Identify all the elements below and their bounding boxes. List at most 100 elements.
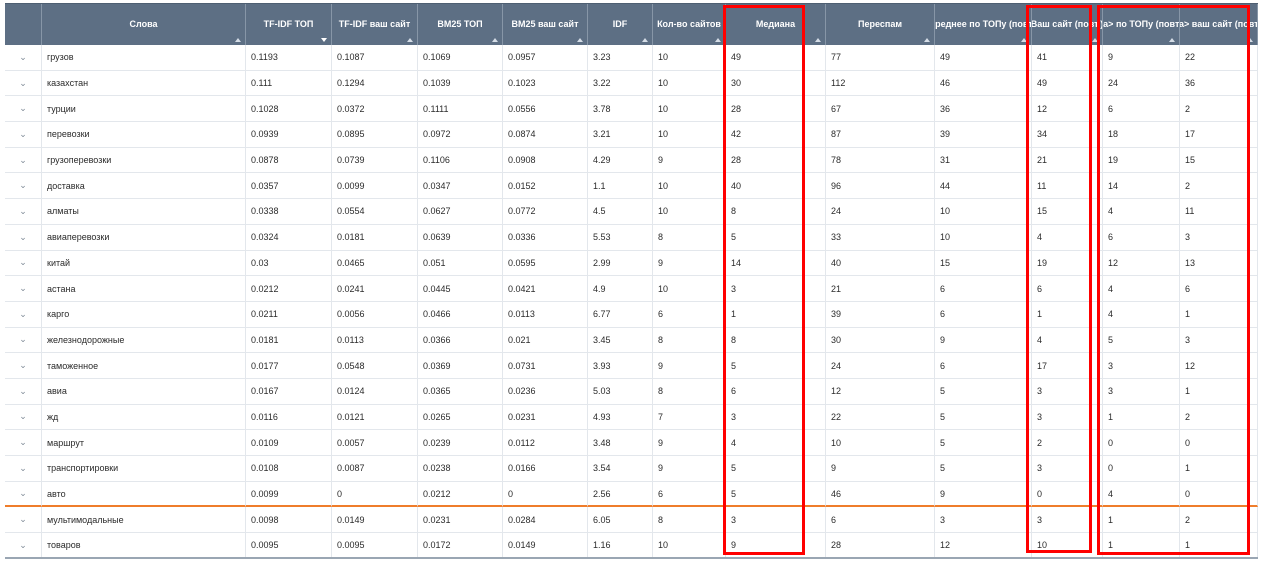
expand-chevron-icon[interactable]: ⌄ xyxy=(5,430,42,456)
table-row: ⌄ грузоперевозки 0.0878 0.0739 0.1106 0.0908 4… xyxy=(5,147,1258,174)
cell-idf: 4.5 xyxy=(588,199,653,225)
cell-word: мультимодальные xyxy=(42,507,246,534)
cell-overspam: 24 xyxy=(826,199,935,225)
col-header-bm25-top[interactable]: BM25 ТОП xyxy=(418,4,503,45)
cell-your-site: 4 xyxy=(1032,224,1103,251)
cell-avg-top: 3 xyxy=(935,507,1032,534)
cell-sites-count: 10 xyxy=(653,533,726,559)
sort-asc-icon[interactable] xyxy=(235,38,241,42)
cell-word: доставка xyxy=(42,173,246,200)
cell-a-top: 4 xyxy=(1103,481,1180,508)
cell-median: 9 xyxy=(726,533,826,559)
cell-sites-count: 9 xyxy=(653,456,726,482)
cell-avg-top: 15 xyxy=(935,250,1032,277)
expand-chevron-icon[interactable]: ⌄ xyxy=(5,122,42,148)
cell-median: 4 xyxy=(726,430,826,456)
sort-asc-icon[interactable] xyxy=(1247,38,1253,42)
expand-chevron-icon[interactable]: ⌄ xyxy=(5,147,42,174)
cell-tfidf-top: 0.0167 xyxy=(246,378,332,405)
cell-tfidf-top: 0.0095 xyxy=(246,533,332,559)
cell-your-site: 3 xyxy=(1032,404,1103,431)
expand-chevron-icon[interactable]: ⌄ xyxy=(5,507,42,534)
cell-overspam: 112 xyxy=(826,70,935,97)
cell-tfidf-site: 0.0895 xyxy=(332,122,418,148)
cell-bm25-top: 0.1106 xyxy=(418,147,503,174)
cell-a-site: 15 xyxy=(1180,147,1258,174)
table-row: ⌄ транспортировки 0.0108 0.0087 0.0238 0.0166… xyxy=(5,456,1258,482)
sort-asc-icon[interactable] xyxy=(924,38,930,42)
expand-chevron-icon[interactable]: ⌄ xyxy=(5,224,42,251)
cell-a-site: 6 xyxy=(1180,276,1258,302)
expand-chevron-icon[interactable]: ⌄ xyxy=(5,378,42,405)
expand-chevron-icon[interactable]: ⌄ xyxy=(5,96,42,123)
cell-your-site: 11 xyxy=(1032,173,1103,200)
cell-median: 8 xyxy=(726,199,826,225)
col-header-label: Слова xyxy=(129,19,158,29)
col-header-avg-top[interactable]: Среднее по ТОПу (повт.) xyxy=(935,4,1032,45)
cell-median: 30 xyxy=(726,70,826,97)
cell-tfidf-top: 0.0108 xyxy=(246,456,332,482)
col-header-idf[interactable]: IDF xyxy=(588,4,653,45)
col-header-tfidf-top[interactable]: TF-IDF ТОП xyxy=(246,4,332,45)
col-header-word[interactable]: Слова xyxy=(42,4,246,45)
cell-a-site: 17 xyxy=(1180,122,1258,148)
col-header-a-site[interactable]: <a> ваш сайт (повт.) xyxy=(1180,4,1258,45)
sort-asc-icon[interactable] xyxy=(407,38,413,42)
col-header-overspam[interactable]: Переспам xyxy=(826,4,935,45)
expand-chevron-icon[interactable]: ⌄ xyxy=(5,481,42,508)
cell-word: товаров xyxy=(42,533,246,559)
col-header-label: BM25 ваш сайт xyxy=(511,19,579,29)
expand-chevron-icon[interactable]: ⌄ xyxy=(5,173,42,200)
cell-overspam: 10 xyxy=(826,430,935,456)
col-header-tfidf-site[interactable]: TF-IDF ваш сайт xyxy=(332,4,418,45)
sort-asc-icon[interactable] xyxy=(715,38,721,42)
cell-sites-count: 9 xyxy=(653,250,726,277)
cell-sites-count: 10 xyxy=(653,96,726,123)
col-header-a-top[interactable]: <a> по ТОПу (повт.) xyxy=(1103,4,1180,45)
sort-asc-icon[interactable] xyxy=(815,38,821,42)
expand-chevron-icon[interactable]: ⌄ xyxy=(5,301,42,328)
cell-sites-count: 6 xyxy=(653,301,726,328)
col-header-bm25-site[interactable]: BM25 ваш сайт xyxy=(503,4,588,45)
expand-chevron-icon[interactable]: ⌄ xyxy=(5,404,42,431)
col-header-label: Медиана xyxy=(755,19,796,29)
table-row: ⌄ доставка 0.0357 0.0099 0.0347 0.0152 1.1 10 40… xyxy=(5,173,1258,200)
expand-chevron-icon[interactable]: ⌄ xyxy=(5,456,42,482)
sort-asc-icon[interactable] xyxy=(577,38,583,42)
expand-chevron-icon[interactable]: ⌄ xyxy=(5,327,42,354)
cell-tfidf-top: 0.0357 xyxy=(246,173,332,200)
cell-overspam: 28 xyxy=(826,533,935,559)
col-header-sites-count[interactable]: Кол-во сайтов xyxy=(653,4,726,45)
sort-asc-icon[interactable] xyxy=(1021,38,1027,42)
sort-asc-icon[interactable] xyxy=(1169,38,1175,42)
cell-word: жд xyxy=(42,404,246,431)
expand-chevron-icon[interactable]: ⌄ xyxy=(5,45,42,71)
table-row: ⌄ таможенное 0.0177 0.0548 0.0369 0.0731 3.93 9… xyxy=(5,353,1258,379)
col-header-your-site[interactable]: Ваш сайт (повт.) xyxy=(1032,4,1103,45)
expand-chevron-icon[interactable]: ⌄ xyxy=(5,353,42,379)
cell-sites-count: 10 xyxy=(653,122,726,148)
expand-chevron-icon[interactable]: ⌄ xyxy=(5,250,42,277)
expand-chevron-icon[interactable]: ⌄ xyxy=(5,276,42,302)
cell-median: 3 xyxy=(726,276,826,302)
cell-sites-count: 10 xyxy=(653,173,726,200)
sort-asc-icon[interactable] xyxy=(1092,38,1098,42)
cell-bm25-top: 0.0639 xyxy=(418,224,503,251)
sort-desc-icon[interactable] xyxy=(321,38,327,42)
expand-chevron-icon[interactable]: ⌄ xyxy=(5,199,42,225)
table-body: ⌄ грузов 0.1193 0.1087 0.1069 0.0957 3.23 10 49 7… xyxy=(5,45,1258,559)
cell-a-top: 1 xyxy=(1103,533,1180,559)
cell-word: транспортировки xyxy=(42,456,246,482)
sort-asc-icon[interactable] xyxy=(492,38,498,42)
expand-chevron-icon[interactable]: ⌄ xyxy=(5,533,42,559)
cell-tfidf-top: 0.111 xyxy=(246,70,332,97)
cell-a-top: 4 xyxy=(1103,276,1180,302)
cell-tfidf-top: 0.0099 xyxy=(246,481,332,508)
cell-word: авиа xyxy=(42,378,246,405)
sort-asc-icon[interactable] xyxy=(642,38,648,42)
col-header-median[interactable]: Медиана xyxy=(726,4,826,45)
cell-a-top: 1 xyxy=(1103,507,1180,534)
cell-avg-top: 49 xyxy=(935,45,1032,71)
cell-tfidf-top: 0.0177 xyxy=(246,353,332,379)
expand-chevron-icon[interactable]: ⌄ xyxy=(5,70,42,97)
